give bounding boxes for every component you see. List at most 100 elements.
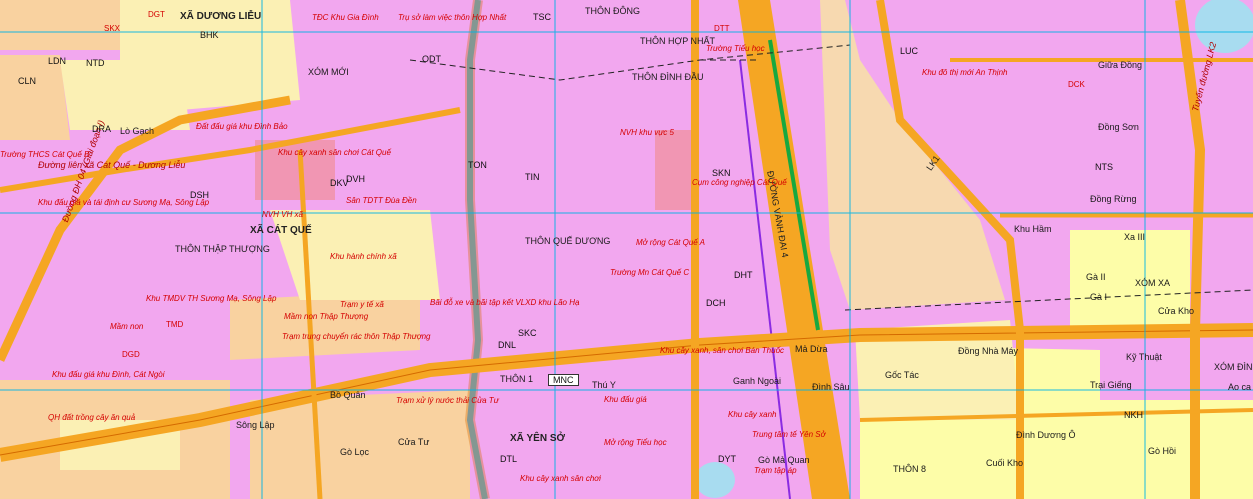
commune-duong-lieu: XÃ DƯƠNG LIỄU <box>180 11 262 22</box>
code-skn: SKN <box>712 168 731 178</box>
note-khu-dau-gia-cat-ngoi: Khu đấu giá khu Đình, Cát Ngòi <box>52 370 165 379</box>
place-cua-kho: Cửa Kho <box>1158 306 1195 316</box>
village-thon-1: THÔN 1 <box>500 374 534 384</box>
note-tram-y-te: Trạm y tế xã <box>340 300 384 309</box>
note-dat-dau-gia-dinh-bao: Đất đấu giá khu Đình Bảo <box>196 122 288 131</box>
commune-yen-so: XÃ YÊN SỞ <box>510 433 566 444</box>
note-cay-xanh-cat-que: Khu cây xanh sân chơi Cát Quế <box>278 148 391 157</box>
place-ganh-ngoai: Ganh Ngoài <box>733 376 782 386</box>
code-dgd: DGD <box>122 350 140 359</box>
place-cua-tu: Cửa Tư <box>398 437 430 447</box>
pond-south <box>695 462 735 498</box>
code-tmd: TMD <box>166 320 184 329</box>
village-que-duong: THÔN QUẾ DƯƠNG <box>525 236 611 246</box>
note-cay-xanh-dai: Khu cây xanh <box>728 410 777 419</box>
note-truong-mn-cat-que-c: Trường Mn Cát Quế C <box>610 268 690 277</box>
place-thu-y: Thú Y <box>592 380 616 390</box>
place-trai-gieng: Trại Giếng <box>1090 380 1132 390</box>
place-go-loc: Gò Lọc <box>340 447 370 457</box>
note-tdtt-dua-den: Sân TDTT Đùa Đền <box>346 196 417 205</box>
place-dong-nha-may: Đồng Nhà Máy <box>958 346 1019 356</box>
note-nvh-kv5: NVH khu vực 5 <box>620 128 674 137</box>
code-odt: ODT <box>422 54 441 64</box>
village-hop-nhat: THÔN HỢP NHẤT <box>640 36 716 46</box>
code-ton: TON <box>468 160 487 170</box>
note-mo-rong-cat-que: Mở rộng Cát Quế A <box>636 238 706 247</box>
place-giua-dong: Giữa Đồng <box>1098 60 1143 70</box>
code-tsc: TSC <box>533 12 551 22</box>
note-mo-rong-tieu-hoc: Mở rộng Tiểu học <box>604 438 667 447</box>
code-dsh: DSH <box>190 190 210 200</box>
village-xom-xa: XÓM XA <box>1135 278 1171 288</box>
note-truong-thcs-cat-que: Trường THCS Cát Quế B <box>0 150 90 159</box>
canal-edge <box>464 0 490 499</box>
note-khu-hanh-chinh: Khu hành chính xã <box>330 252 397 261</box>
place-ma-dua: Mả Dừa <box>795 344 828 354</box>
note-truong-tieu-hoc: Trường Tiểu học <box>706 44 765 53</box>
note-khu-do-thi-an-thinh: Khu đô thị mới An Thịnh <box>922 68 1008 77</box>
village-xom-dinh: XÓM ĐÌNH <box>1214 362 1253 372</box>
place-khu-ham: Khu Hầm <box>1014 224 1052 234</box>
land-use-map[interactable]: XÃ DƯƠNG LIỄU XÃ CÁT QUẾ XÃ YÊN SỞ THÔN … <box>0 0 1253 499</box>
code-tin: TIN <box>525 172 540 182</box>
tdc-block-2 <box>655 130 695 210</box>
note-nvh-vh-xa: NVH VH xã <box>262 210 303 219</box>
village-thap-thuong: THÔN THẬP THƯỢNG <box>175 244 270 254</box>
place-go-hoi: Gò Hồi <box>1148 446 1177 456</box>
place-ky-thuat: Kỹ Thuật <box>1126 352 1162 362</box>
note-khu-dau-gia-thu-y: Khu đấu giá <box>604 395 647 404</box>
code-dht: DHT <box>734 270 753 280</box>
village-thon-8: THÔN 8 <box>893 464 927 474</box>
note-tmdv-song-lap: Khu TMDV TH Sương Mạ, Sông Lập <box>146 294 277 303</box>
code-ldn: LDN <box>48 56 67 66</box>
note-bai-do-xe-lao-ha: Bãi đỗ xe và bãi tập kết VLXD khu Lão Hạ <box>430 298 580 307</box>
code-nkh: NKH <box>1124 410 1144 420</box>
place-ga-ii: Gà II <box>1086 272 1106 282</box>
place-dinh-duong-o: Đình Dương Ô <box>1016 430 1076 440</box>
note-dat-dau-gia-song-lap: Khu đấu giá và tái định cư Sương Mạ, Sôn… <box>38 198 210 207</box>
note-ma-dau-hoc: Mầm non <box>110 322 144 331</box>
note-khu-cay-xanh-ban-thuoc: Khu cây xanh, sân chơi Bán Thuốc <box>660 346 785 355</box>
village-dong: THÔN ĐÔNG <box>585 6 640 16</box>
note-tram-trung-chuyen: Trạm trung chuyển rác thôn Thập Thượng <box>282 332 431 341</box>
place-dong-rung: Đồng Rừng <box>1090 194 1137 204</box>
note-cong-vien-cat-que: Cụm công nghiệp Cát Quế <box>692 178 787 187</box>
code-skx: SKX <box>104 24 121 33</box>
commune-cat-que: XÃ CÁT QUẾ <box>250 225 312 236</box>
note-khu-cay-xanh-yen-so: Khu cây xanh sân chơi <box>520 474 601 483</box>
place-la-gach: Lò Gạch <box>120 126 155 136</box>
code-dvh: DVH <box>346 174 366 184</box>
code-mnc: MNC <box>548 374 579 386</box>
place-cuoi-kho: Cuối Kho <box>986 458 1024 468</box>
code-bhk: BHK <box>200 30 219 40</box>
note-trung-tam-te: Trung tâm tế Yên Sở <box>752 430 826 439</box>
place-xa-iii: Xa III <box>1124 232 1146 242</box>
code-dtt: DTT <box>714 24 730 33</box>
village-xom-moi: XÓM MỚI <box>308 67 349 77</box>
cln-zone-west <box>0 55 70 140</box>
code-luc: LUC <box>900 46 919 56</box>
place-ga-i: Gà I <box>1090 292 1108 302</box>
code-dyt: DYT <box>718 454 736 464</box>
note-mam-non-thap-thuong: Mầm non Thập Thượng <box>284 312 369 321</box>
place-song-lap: Sông Lập <box>236 420 275 430</box>
code-dck: DCK <box>1068 80 1085 89</box>
note-qh-dat-trong-cay: QH đất trồng cây ăn quả <box>48 413 136 422</box>
code-skc: SKC <box>518 328 537 338</box>
code-dnl: DNL <box>498 340 517 350</box>
place-dong-son: Đồng Sơn <box>1098 122 1139 132</box>
bhk-zone-mid <box>60 60 190 130</box>
note-tram-tap-ap: Trạm tập áp <box>754 466 797 475</box>
village-dinh-dau: THÔN ĐÌNH ĐẦU <box>632 72 704 82</box>
place-ao-ca: Ao ca <box>1228 382 1252 392</box>
place-goc-tac: Gốc Tác <box>885 370 919 380</box>
note-bai-do-xe-cua-tu: Trạm xử lý nước thải Cửa Tư <box>396 396 499 405</box>
cln-zone-north <box>0 0 120 50</box>
note-tdc-khu-gia-dinh: TĐC Khu Gia Đình <box>312 13 379 22</box>
place-go-ma-quan: Gò Mả Quan <box>758 455 810 465</box>
place-dinh-sau: Đình Sâu <box>812 382 850 392</box>
place-bo-quan: Bồ Quân <box>330 390 366 400</box>
code-dtl: DTL <box>500 454 518 464</box>
road-lien-xa-label: Đường liên xã Cát Quế - Dương Liễu <box>38 160 186 170</box>
code-nts: NTS <box>1095 162 1113 172</box>
